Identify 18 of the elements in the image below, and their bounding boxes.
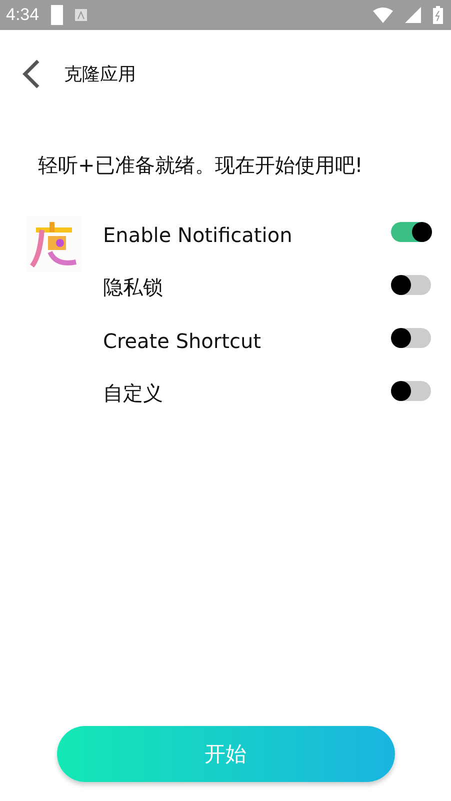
ready-message: 轻听+已准备就绪。现在开始使用吧!	[38, 153, 363, 177]
option-label: Enable Notification	[103, 222, 294, 246]
option-label: 隐私锁	[103, 274, 164, 301]
toggle-switch[interactable]	[391, 222, 431, 242]
signal-icon	[405, 7, 421, 23]
toggle-switch[interactable]	[391, 380, 431, 400]
option-label: 自定义	[103, 380, 164, 407]
page-title: 克隆应用	[64, 63, 136, 86]
toggle-switch[interactable]	[391, 274, 431, 294]
wifi-icon	[373, 7, 393, 23]
sim-card-icon	[51, 5, 64, 25]
start-button[interactable]: 开始	[56, 726, 394, 782]
toggle-switch[interactable]	[391, 328, 431, 348]
battery-icon	[433, 6, 443, 24]
clock: 4:34	[6, 5, 40, 25]
notification-icon	[75, 9, 88, 21]
option-label: Create Shortcut	[103, 328, 262, 352]
back-icon[interactable]	[20, 59, 42, 89]
